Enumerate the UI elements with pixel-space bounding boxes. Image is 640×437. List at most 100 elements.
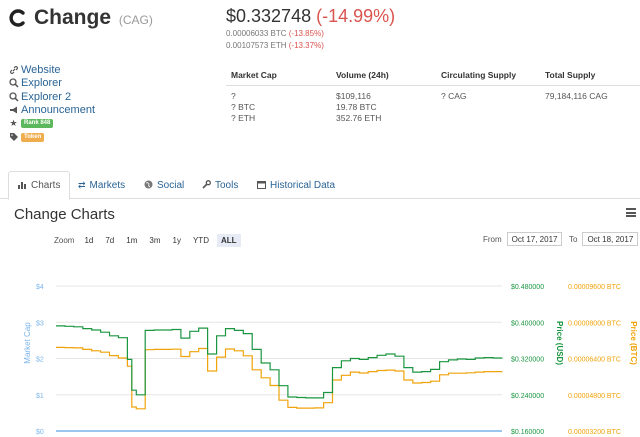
btc-axis-tick-label: 0.00003200 BTC [568,429,621,436]
rank-row: ★ Rank 848 [8,117,95,131]
chart-title: Change Charts [14,206,115,223]
price-btc-change: (-13.85%) [288,29,324,38]
from-label: From [483,234,502,244]
btc-axis-tick-label: 0.00004800 BTC [568,393,621,400]
tab-historical-data-label: Historical Data [270,179,336,191]
to-label: To [569,234,578,244]
hamburger-menu-icon[interactable] [626,208,636,217]
zoom-1d-button[interactable]: 1d [80,234,97,247]
table-cell: 79,184,116 CAG [545,90,608,101]
left-axis-label: Market Cap [23,322,32,364]
tab-markets[interactable]: ⇄ Markets [78,171,125,199]
search-icon [8,91,19,102]
btc-axis-label: Price (BTC) [629,321,638,365]
link-explorer-2[interactable]: Explorer 2 [8,90,95,104]
announcement-link[interactable]: Announcement [21,104,95,116]
range-from: From Oct 17, 2017 [483,232,563,246]
table-cell: ? ETH [231,112,256,123]
header-volume: Volume (24h) [336,69,389,80]
header-market-cap: Market Cap [231,69,277,80]
tab-tools-label: Tools [215,179,239,191]
header-total-supply: Total Supply [545,69,596,80]
table-cell: $109,116 [336,90,371,101]
table-cell: ? [231,90,236,101]
left-axis-tick-label: $4 [36,284,44,291]
coin-title: Change (CAG) [34,6,153,30]
left-axis-tick-label: $2 [36,357,44,364]
series-line-price-btc [56,346,503,410]
left-axis-tick-label: $3 [36,320,44,327]
market-stats-table: Market Cap Volume (24h) Circulating Supp… [226,64,640,123]
price-btc-value: 0.00006033 BTC [226,29,287,38]
globe-icon [144,180,153,191]
exchange-icon: ⇄ [78,179,86,190]
website-link[interactable]: Website [21,64,61,76]
coin-tabs: Charts ⇄ Markets Social Tools Historical… [0,171,640,200]
price-btc: 0.00006033 BTC (-13.85%) [226,29,324,38]
zoom-all-button[interactable]: ALL [216,234,241,247]
price-usd-change: (-14.99%) [316,6,396,26]
coin-name: Change [34,6,112,29]
usd-axis-tick-label: $0.160000 [511,429,544,436]
link-website[interactable]: Website [8,63,95,77]
btc-axis-tick-label: 0.00009600 BTC [568,284,621,291]
price-eth: 0.00107573 ETH (-13.37%) [226,41,324,50]
table-cell: ? BTC [231,101,256,112]
price-eth-change: (-13.37%) [288,41,324,50]
zoom-1y-button[interactable]: 1y [169,234,185,247]
link-explorer[interactable]: Explorer [8,77,95,91]
table-row: ? BTC 19.78 BTC [226,101,640,112]
series-line-price-usd [56,325,503,399]
usd-axis-tick-label: $0.320000 [511,357,544,364]
table-header: Market Cap Volume (24h) Circulating Supp… [226,64,640,86]
explorer-2-link[interactable]: Explorer 2 [21,91,71,103]
tag-icon [8,132,19,143]
range-to: To Oct 18, 2017 [569,232,639,246]
usd-axis-tick-label: $0.240000 [511,393,544,400]
usd-axis-tick-label: $0.400000 [511,320,544,327]
tab-tools[interactable]: Tools [202,171,238,199]
bullhorn-icon [8,105,19,116]
zoom-3m-button[interactable]: 3m [145,234,164,247]
search-icon [8,78,19,89]
calendar-icon [257,180,266,191]
tab-social[interactable]: Social [144,171,184,199]
table-row: ? $109,116 ? CAG 79,184,116 CAG [226,90,640,101]
btc-axis-tick-label: 0.00008000 BTC [568,320,621,327]
link-announcement[interactable]: Announcement [8,104,95,118]
zoom-bar: Zoom 1d 7d 1m 3m 1y YTD ALL [54,234,245,247]
from-date-input[interactable]: Oct 17, 2017 [506,232,563,246]
left-axis-tick-label: $1 [36,393,44,400]
table-cell: 19.78 BTC [336,101,377,112]
btc-axis-tick-label: 0.00006400 BTC [568,357,621,364]
bar-chart-icon [18,181,27,191]
tab-charts-label: Charts [31,180,61,191]
price-usd-value: $0.332748 [226,6,312,26]
link-icon [8,64,19,75]
to-date-input[interactable]: Oct 18, 2017 [582,232,639,246]
explorer-link[interactable]: Explorer [21,77,62,89]
table-row: ? ETH 352.76 ETH [226,112,640,123]
zoom-ytd-button[interactable]: YTD [189,234,213,247]
usd-axis-label: Price (USD) [555,321,564,365]
usd-axis-tick-label: $0.480000 [511,284,544,291]
zoom-1m-button[interactable]: 1m [122,234,141,247]
header-circulating-supply: Circulating Supply [441,69,517,80]
zoom-7d-button[interactable]: 7d [101,234,118,247]
wrench-icon [202,179,211,191]
table-cell: ? CAG [441,90,467,101]
token-badge: Token [21,132,45,142]
change-logo-icon [9,9,25,27]
left-axis-tick-label: $0 [36,429,44,436]
tab-markets-label: Markets [89,179,126,191]
price-usd: $0.332748 (-14.99%) [226,6,395,27]
tab-historical-data[interactable]: Historical Data [257,171,335,199]
rank-badge: Rank 848 [21,119,54,129]
tab-social-label: Social [157,179,185,191]
tag-row: Token [8,131,95,145]
coin-symbol: (CAG) [118,13,153,27]
star-icon: ★ [9,118,18,129]
coin-links: Website Explorer Explorer 2 Announcement… [8,63,95,144]
tab-charts[interactable]: Charts [8,171,71,200]
table-cell: 352.76 ETH [336,112,382,123]
